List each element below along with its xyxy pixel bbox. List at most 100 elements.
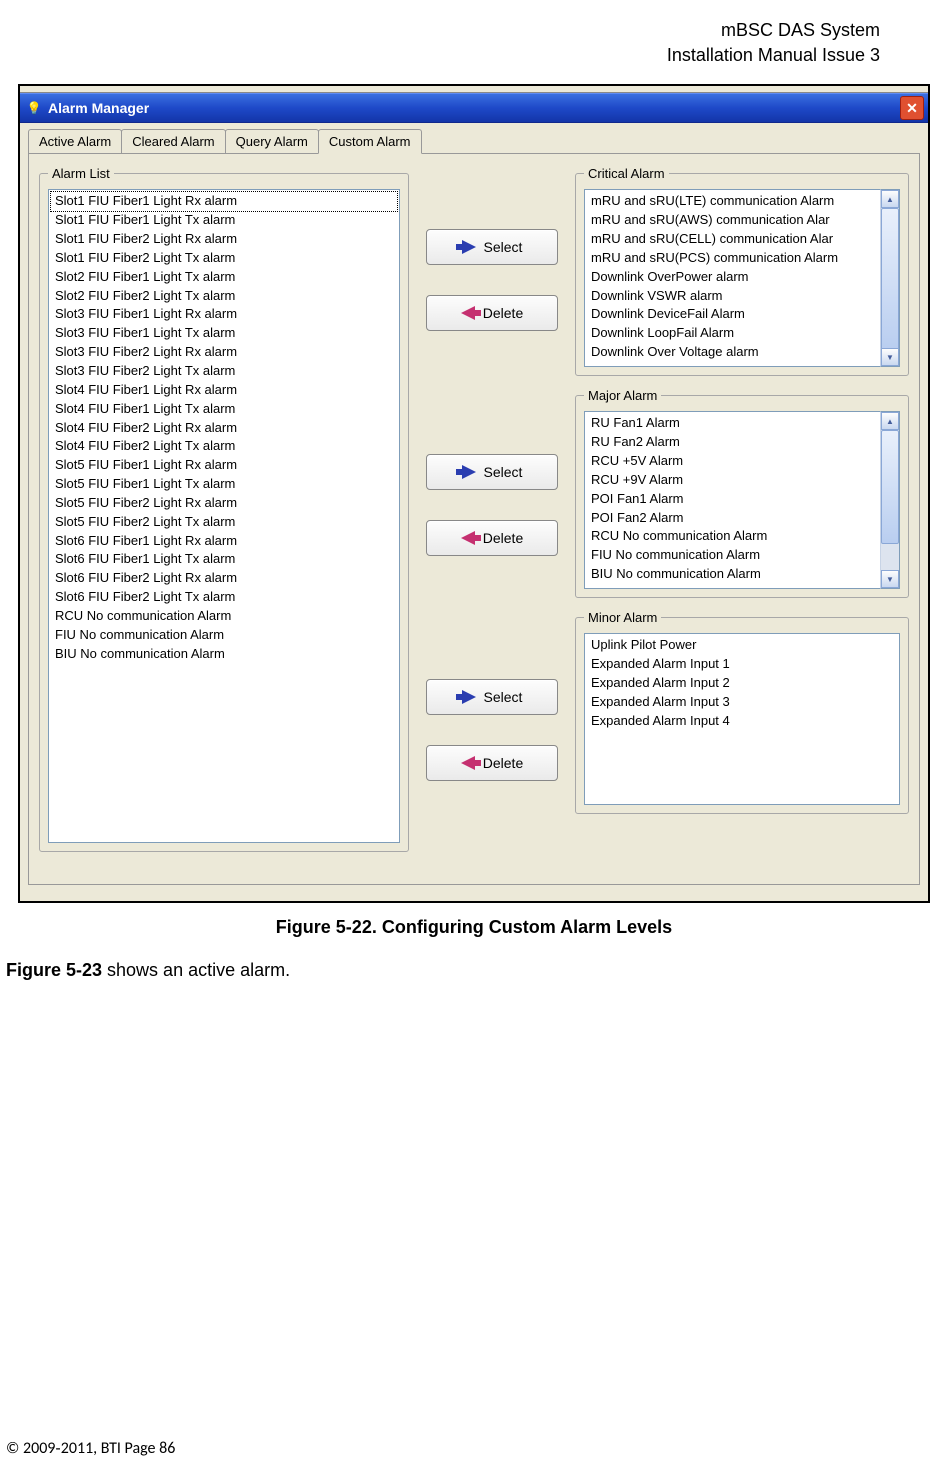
list-item[interactable]: FIU No communication Alarm <box>51 626 397 645</box>
select-label: Select <box>484 239 523 255</box>
list-item[interactable]: POI Fan1 Alarm <box>587 490 878 509</box>
figure-caption: Figure 5-22. Configuring Custom Alarm Le… <box>0 917 948 938</box>
minor-delete-button[interactable]: Delete <box>426 745 558 781</box>
arrow-left-icon <box>461 756 475 770</box>
list-item[interactable]: Downlink VSWR alarm <box>587 287 878 306</box>
major-alarm-group: Major Alarm RU Fan1 AlarmRU Fan2 AlarmRC… <box>575 388 909 598</box>
scroll-down-icon[interactable]: ▼ <box>881 348 899 366</box>
window-title: Alarm Manager <box>48 100 149 116</box>
critical-legend: Critical Alarm <box>584 166 669 181</box>
list-item[interactable]: BIU No communication Alarm <box>587 565 878 584</box>
list-item[interactable]: Slot4 FIU Fiber2 Light Rx alarm <box>51 419 397 438</box>
list-item[interactable]: Slot6 FIU Fiber2 Light Tx alarm <box>51 588 397 607</box>
alarm-list-listbox[interactable]: Slot1 FIU Fiber1 Light Rx alarmSlot1 FIU… <box>48 189 400 843</box>
header-line2: Installation Manual Issue 3 <box>0 43 880 68</box>
critical-listbox[interactable]: mRU and sRU(LTE) communication AlarmmRU … <box>584 189 880 367</box>
header-line1: mBSC DAS System <box>0 18 880 43</box>
list-item[interactable]: RCU No communication Alarm <box>51 607 397 626</box>
select-label: Select <box>484 689 523 705</box>
list-item[interactable]: BIU No communication Alarm <box>51 645 397 664</box>
close-button[interactable]: ✕ <box>900 96 924 120</box>
list-item[interactable]: Expanded Alarm Input 2 <box>587 674 897 693</box>
arrow-right-icon <box>462 465 476 479</box>
major-listbox[interactable]: RU Fan1 AlarmRU Fan2 AlarmRCU +5V AlarmR… <box>584 411 880 589</box>
list-item[interactable]: Slot6 FIU Fiber1 Light Tx alarm <box>51 550 397 569</box>
list-item[interactable]: Slot2 FIU Fiber2 Light Tx alarm <box>51 287 397 306</box>
list-item[interactable]: RCU +9V Alarm <box>587 471 878 490</box>
body-suffix: shows an active alarm. <box>102 960 290 980</box>
list-item[interactable]: mRU and sRU(CELL) communication Alar <box>587 230 878 249</box>
list-item[interactable]: Slot5 FIU Fiber1 Light Rx alarm <box>51 456 397 475</box>
list-item[interactable]: RCU No communication Alarm <box>587 527 878 546</box>
list-item[interactable]: FIU No communication Alarm <box>587 546 878 565</box>
list-item[interactable]: mRU and sRU(PCS) communication Alarm <box>587 249 878 268</box>
list-item[interactable]: Slot5 FIU Fiber2 Light Tx alarm <box>51 513 397 532</box>
minor-listbox[interactable]: Uplink Pilot PowerExpanded Alarm Input 1… <box>584 633 900 805</box>
list-item[interactable]: Slot6 FIU Fiber2 Light Rx alarm <box>51 569 397 588</box>
list-item[interactable]: Slot1 FIU Fiber2 Light Rx alarm <box>51 230 397 249</box>
figure-ref: Figure 5-23 <box>6 960 102 980</box>
list-item[interactable]: Uplink Pilot Power <box>587 636 897 655</box>
list-item[interactable]: Slot5 FIU Fiber1 Light Tx alarm <box>51 475 397 494</box>
arrow-right-icon <box>462 690 476 704</box>
list-item[interactable]: Slot1 FIU Fiber1 Light Tx alarm <box>51 211 397 230</box>
bulb-icon: 💡 <box>26 100 42 116</box>
list-item[interactable]: mRU and sRU(LTE) communication Alarm <box>587 192 878 211</box>
list-item[interactable]: Slot4 FIU Fiber1 Light Rx alarm <box>51 381 397 400</box>
list-item[interactable]: Slot3 FIU Fiber2 Light Rx alarm <box>51 343 397 362</box>
alarm-list-group: Alarm List Slot1 FIU Fiber1 Light Rx ala… <box>39 166 409 852</box>
minor-select-button[interactable]: Select <box>426 679 558 715</box>
major-delete-button[interactable]: Delete <box>426 520 558 556</box>
list-item[interactable]: Slot3 FIU Fiber2 Light Tx alarm <box>51 362 397 381</box>
list-item[interactable]: Slot1 FIU Fiber2 Light Tx alarm <box>51 249 397 268</box>
list-item[interactable]: Expanded Alarm Input 1 <box>587 655 897 674</box>
tab-cleared-alarm[interactable]: Cleared Alarm <box>121 129 225 153</box>
page-footer: © 2009‐2011, BTI Page 86 <box>6 1439 175 1458</box>
list-item[interactable]: Slot2 FIU Fiber1 Light Tx alarm <box>51 268 397 287</box>
tab-active-alarm[interactable]: Active Alarm <box>28 129 122 153</box>
delete-label: Delete <box>483 530 523 546</box>
arrow-left-icon <box>461 306 475 320</box>
delete-label: Delete <box>483 755 523 771</box>
titlebar: 💡 Alarm Manager ✕ <box>20 93 928 123</box>
scroll-up-icon[interactable]: ▲ <box>881 190 899 208</box>
major-legend: Major Alarm <box>584 388 661 403</box>
major-select-button[interactable]: Select <box>426 454 558 490</box>
arrow-right-icon <box>462 240 476 254</box>
list-item[interactable]: Expanded Alarm Input 4 <box>587 712 897 731</box>
critical-alarm-group: Critical Alarm mRU and sRU(LTE) communic… <box>575 166 909 376</box>
delete-label: Delete <box>483 305 523 321</box>
list-item[interactable]: Downlink Over Voltage alarm <box>587 343 878 362</box>
list-item[interactable]: Slot1 FIU Fiber1 Light Rx alarm <box>51 192 397 211</box>
list-item[interactable]: Slot4 FIU Fiber1 Light Tx alarm <box>51 400 397 419</box>
select-label: Select <box>484 464 523 480</box>
alarm-manager-window: 💡 Alarm Manager ✕ Active Alarm Cleared A… <box>18 84 930 903</box>
critical-delete-button[interactable]: Delete <box>426 295 558 331</box>
list-item[interactable]: Expanded Alarm Input 3 <box>587 693 897 712</box>
critical-select-button[interactable]: Select <box>426 229 558 265</box>
list-item[interactable]: mRU and sRU(AWS) communication Alar <box>587 211 878 230</box>
tab-query-alarm[interactable]: Query Alarm <box>225 129 319 153</box>
list-item[interactable]: Slot6 FIU Fiber1 Light Rx alarm <box>51 532 397 551</box>
list-item[interactable]: Downlink LoopFail Alarm <box>587 324 878 343</box>
body-paragraph: Figure 5-23 shows an active alarm. <box>6 960 948 981</box>
list-item[interactable]: Slot3 FIU Fiber1 Light Tx alarm <box>51 324 397 343</box>
major-scrollbar[interactable]: ▲ ▼ <box>880 411 900 589</box>
scroll-down-icon[interactable]: ▼ <box>881 570 899 588</box>
minor-legend: Minor Alarm <box>584 610 661 625</box>
list-item[interactable]: Downlink DeviceFail Alarm <box>587 305 878 324</box>
list-item[interactable]: POI Fan2 Alarm <box>587 509 878 528</box>
tab-custom-alarm[interactable]: Custom Alarm <box>318 129 422 154</box>
custom-alarm-panel: Alarm List Slot1 FIU Fiber1 Light Rx ala… <box>28 153 920 885</box>
list-item[interactable]: RU Fan2 Alarm <box>587 433 878 452</box>
list-item[interactable]: Downlink OverPower alarm <box>587 268 878 287</box>
scroll-up-icon[interactable]: ▲ <box>881 412 899 430</box>
list-item[interactable]: RU Fan1 Alarm <box>587 414 878 433</box>
list-item[interactable]: RCU +5V Alarm <box>587 452 878 471</box>
critical-scrollbar[interactable]: ▲ ▼ <box>880 189 900 367</box>
minor-alarm-group: Minor Alarm Uplink Pilot PowerExpanded A… <box>575 610 909 814</box>
list-item[interactable]: Slot5 FIU Fiber2 Light Rx alarm <box>51 494 397 513</box>
list-item[interactable]: Slot4 FIU Fiber2 Light Tx alarm <box>51 437 397 456</box>
arrow-left-icon <box>461 531 475 545</box>
list-item[interactable]: Slot3 FIU Fiber1 Light Rx alarm <box>51 305 397 324</box>
